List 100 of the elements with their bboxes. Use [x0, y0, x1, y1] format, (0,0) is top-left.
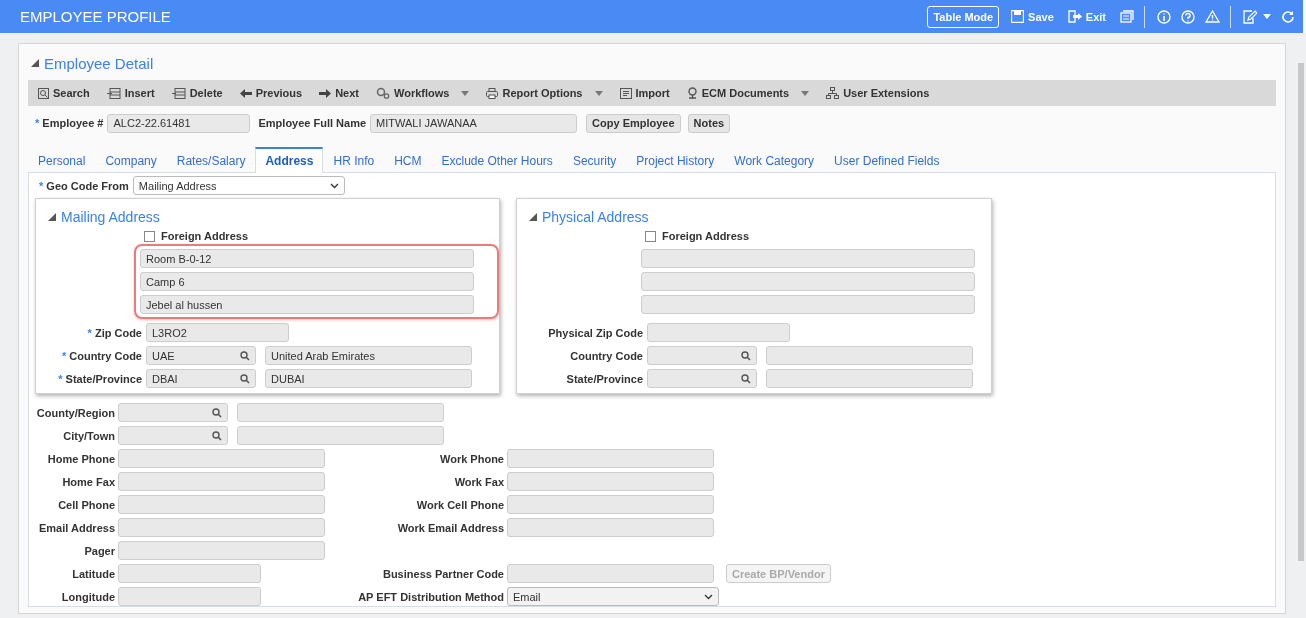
- field-label: * State/Province: [58, 372, 142, 385]
- search-icon[interactable]: [741, 350, 751, 361]
- search-icon[interactable]: [741, 373, 751, 384]
- search-icon[interactable]: [240, 350, 250, 361]
- description-field: United Arab Emirates: [265, 346, 472, 365]
- input-field[interactable]: [118, 472, 325, 491]
- search-icon: [38, 87, 49, 99]
- warning-icon[interactable]: [1205, 10, 1220, 23]
- field-label: Email Address: [39, 521, 115, 534]
- address-line-field[interactable]: [641, 249, 975, 268]
- field-label: * Employee #: [35, 117, 104, 129]
- address-line-field[interactable]: [641, 295, 975, 314]
- input-field[interactable]: ALC2-22.61481: [107, 113, 251, 133]
- input-field[interactable]: [507, 564, 714, 583]
- tab[interactable]: Rates/Salary: [166, 147, 256, 173]
- address-line-field[interactable]: Camp 6: [140, 272, 474, 291]
- caret-icon: [594, 90, 603, 96]
- lookup-field[interactable]: [118, 426, 228, 445]
- field-label: Work Cell Phone: [416, 498, 504, 511]
- input-field[interactable]: [647, 323, 790, 342]
- input-field[interactable]: [118, 495, 325, 514]
- arrow-right-icon: [319, 88, 332, 98]
- tab[interactable]: Project History: [626, 147, 725, 173]
- input-field[interactable]: [118, 449, 325, 468]
- lookup-field[interactable]: DBAI: [146, 369, 256, 388]
- lookup-field[interactable]: [118, 403, 228, 422]
- lookup-field[interactable]: UAE: [146, 346, 256, 365]
- field-label: Latitude: [72, 567, 115, 580]
- help-icon[interactable]: [1181, 9, 1195, 24]
- tab[interactable]: Personal: [28, 147, 96, 173]
- toolbar-button[interactable]: Workflows: [376, 87, 470, 99]
- address-line-field[interactable]: Jebel al hussen: [140, 295, 474, 314]
- notes-button[interactable]: Notes: [687, 113, 731, 133]
- chevron-down-icon: [704, 593, 713, 600]
- card-title[interactable]: Physical Address: [529, 205, 649, 228]
- toolbar-button[interactable]: ECM Documents: [686, 87, 810, 99]
- field-label: AP EFT Distribution Method: [358, 590, 504, 603]
- collapse-icon[interactable]: [48, 212, 56, 221]
- input-field[interactable]: [118, 587, 261, 606]
- tab[interactable]: Exclude Other Hours: [431, 147, 563, 173]
- tab[interactable]: Company: [95, 147, 167, 173]
- card-title[interactable]: Mailing Address: [48, 205, 160, 228]
- tab[interactable]: HCM: [384, 147, 432, 173]
- search-icon[interactable]: [240, 373, 250, 384]
- caret-icon[interactable]: [1263, 14, 1271, 19]
- field-label: Employee Full Name: [258, 117, 367, 129]
- print-icon[interactable]: [1120, 10, 1134, 23]
- tab[interactable]: Address: [255, 147, 324, 173]
- toolbar-button[interactable]: Insert: [106, 87, 155, 99]
- checkbox-label: Foreign Address: [161, 230, 248, 242]
- input-field[interactable]: [507, 518, 714, 537]
- scrollbar[interactable]: [1298, 63, 1304, 561]
- collapse-icon[interactable]: [529, 212, 537, 221]
- field-label: Work Fax: [454, 475, 504, 488]
- import-icon: [619, 87, 632, 99]
- collapse-icon[interactable]: [31, 59, 39, 67]
- refresh-icon[interactable]: [1281, 9, 1295, 24]
- toolbar-button[interactable]: Search: [38, 87, 90, 99]
- tab[interactable]: Work Category: [724, 147, 825, 173]
- edit-icon[interactable]: [1243, 9, 1257, 24]
- lookup-field[interactable]: [647, 369, 757, 388]
- lookup-field[interactable]: [647, 346, 757, 365]
- search-icon[interactable]: [212, 430, 222, 441]
- input-field[interactable]: [507, 472, 714, 491]
- address-line-field[interactable]: Room B-0-12: [140, 249, 474, 268]
- checkbox[interactable]: [645, 230, 656, 242]
- field-label: Physical Zip Code: [548, 326, 643, 339]
- checkbox[interactable]: [144, 230, 155, 242]
- caret-icon: [801, 90, 810, 96]
- field-label: County/Region: [36, 406, 115, 419]
- tab[interactable]: Security: [562, 147, 627, 173]
- input-field[interactable]: [118, 518, 325, 537]
- toolbar-button[interactable]: Previous: [239, 87, 303, 99]
- tab[interactable]: HR Info: [323, 147, 385, 173]
- insert-row-icon: [106, 87, 121, 99]
- input-field[interactable]: [118, 541, 325, 560]
- input-field[interactable]: MITWALI JAWANAA: [370, 113, 578, 133]
- field-label: State/Province: [566, 372, 643, 385]
- dropdown-field[interactable]: Mailing Address: [132, 176, 345, 195]
- address-line-field[interactable]: [641, 272, 975, 291]
- copy-employee-button[interactable]: Copy Employee: [586, 113, 681, 133]
- toolbar-button[interactable]: User Extensions: [826, 87, 930, 99]
- save-icon: [1011, 10, 1025, 23]
- input-field[interactable]: [118, 564, 261, 583]
- section-title[interactable]: Employee Detail: [28, 52, 1276, 74]
- dropdown-field[interactable]: Email: [507, 587, 719, 606]
- search-icon[interactable]: [212, 407, 222, 418]
- field-label: Longitude: [61, 590, 115, 603]
- input-field[interactable]: [507, 449, 714, 468]
- toolbar-button[interactable]: Import: [619, 87, 670, 99]
- input-field[interactable]: [507, 495, 714, 514]
- field-label: Home Fax: [62, 475, 115, 488]
- toolbar-button[interactable]: Delete: [171, 87, 223, 99]
- caret-icon: [461, 90, 470, 96]
- field-label: * Country Code: [61, 349, 142, 362]
- toolbar-button[interactable]: Report Options: [486, 87, 603, 99]
- info-icon[interactable]: [1157, 9, 1171, 24]
- toolbar-button[interactable]: Next: [319, 87, 359, 99]
- tab[interactable]: User Defined Fields: [824, 147, 950, 173]
- input-field[interactable]: L3RO2: [146, 323, 289, 342]
